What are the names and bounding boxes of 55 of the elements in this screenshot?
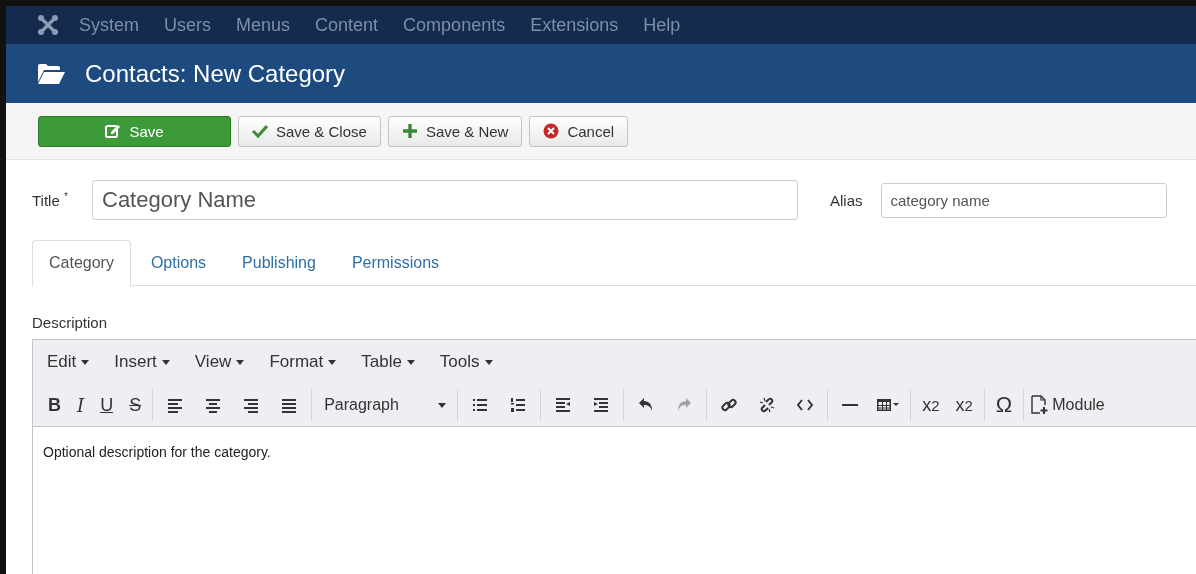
strike-icon[interactable]: S xyxy=(129,394,142,416)
save-button[interactable]: Save xyxy=(38,115,231,147)
module-label[interactable]: Module xyxy=(1052,396,1105,414)
undo-icon[interactable] xyxy=(638,397,655,413)
save-close-button[interactable]: Save & Close xyxy=(238,115,381,147)
broken-link-icon[interactable] xyxy=(759,397,776,413)
plus-icon xyxy=(401,123,418,139)
underline-icon[interactable]: U xyxy=(100,394,114,416)
align-right-icon[interactable] xyxy=(243,397,260,413)
menu-item[interactable]: Components xyxy=(403,14,506,36)
justify-icon[interactable] xyxy=(281,397,298,413)
menu-item[interactable]: Menus xyxy=(236,14,291,36)
outdent-icon[interactable] xyxy=(555,397,572,413)
add-document-icon[interactable] xyxy=(1030,395,1051,415)
cancel-button[interactable]: Cancel xyxy=(529,115,629,147)
bold-icon[interactable]: B xyxy=(48,394,61,416)
check-icon xyxy=(252,123,268,139)
title-label: Title $^{*}$ xyxy=(32,191,69,209)
tab[interactable]: Publishing xyxy=(226,240,332,286)
menu-item[interactable]: System xyxy=(79,14,139,36)
code-icon[interactable] xyxy=(797,397,814,413)
menu-item[interactable]: Table xyxy=(361,352,415,372)
edit-icon xyxy=(105,123,122,139)
menu-item[interactable]: View xyxy=(194,352,245,372)
page-title: Contacts: New Category xyxy=(85,59,346,88)
description-label: Description xyxy=(32,314,109,331)
menu-item[interactable]: Users xyxy=(164,14,212,36)
italic-icon[interactable]: I xyxy=(77,394,85,416)
folder-icon xyxy=(38,63,65,84)
tab[interactable]: Category xyxy=(32,240,131,287)
table-icon[interactable] xyxy=(877,397,900,413)
menu-item[interactable]: Content xyxy=(315,14,379,36)
menu-item[interactable]: Tools xyxy=(439,352,493,372)
link-icon[interactable] xyxy=(721,397,738,413)
cancel-icon xyxy=(543,123,560,139)
description-text: Optional description for the category. xyxy=(43,444,272,460)
title-field[interactable]: Category Name xyxy=(92,180,798,220)
align-center-icon[interactable] xyxy=(205,397,222,413)
alias-field[interactable]: category name xyxy=(880,182,1167,218)
format-dropdown[interactable]: Paragraph xyxy=(315,391,455,419)
bullet-list-icon[interactable] xyxy=(472,397,489,413)
indent-icon[interactable] xyxy=(593,397,610,413)
numbered-list-icon[interactable] xyxy=(510,397,527,413)
alias-label: Alias xyxy=(830,191,863,209)
align-left-icon[interactable] xyxy=(167,397,184,413)
menu-item[interactable]: Extensions xyxy=(530,14,619,36)
menu-item[interactable]: Edit xyxy=(47,352,90,372)
tab[interactable]: Permissions xyxy=(335,240,456,286)
save-new-button[interactable]: Save & New xyxy=(387,115,523,147)
menu-item[interactable]: Format xyxy=(269,352,337,372)
horizontal-rule-icon[interactable] xyxy=(842,404,859,406)
menu-item[interactable]: Help xyxy=(643,14,681,36)
omega-icon[interactable]: Ω xyxy=(995,392,1013,418)
menu-item[interactable]: Insert xyxy=(114,352,170,372)
tab[interactable]: Options xyxy=(134,240,223,286)
